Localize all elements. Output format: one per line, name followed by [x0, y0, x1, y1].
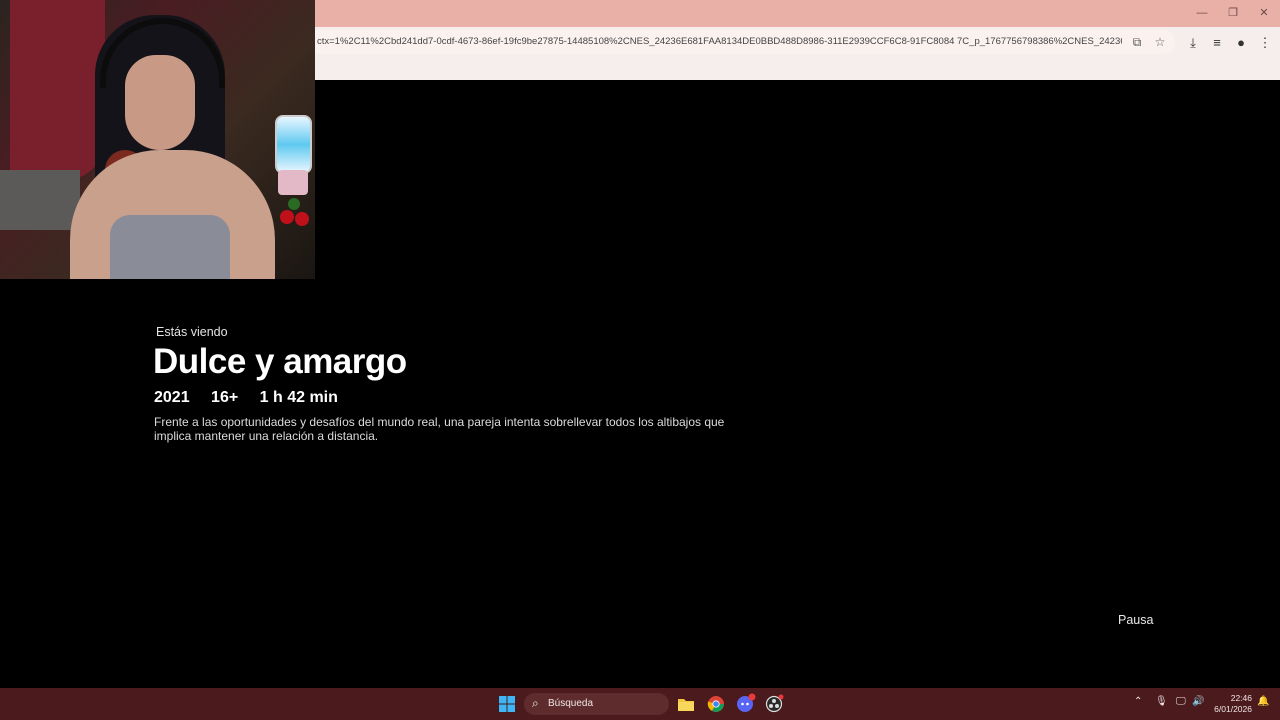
windows-taskbar: ⌕ Búsqueda ⌃ 🎙 🖵 🔊 22:46 6/01/2026 🔔	[0, 688, 1280, 720]
bookmark-star-icon[interactable]: ☆	[1150, 32, 1170, 52]
obs-icon[interactable]	[763, 693, 785, 715]
volume-icon[interactable]: 🔊	[1192, 696, 1204, 707]
network-icon[interactable]: 🖵	[1176, 696, 1186, 707]
chrome-icon[interactable]	[705, 693, 727, 715]
runtime: 1 h 42 min	[259, 389, 338, 406]
pause-status: Pausa	[1118, 613, 1154, 627]
cherry-decoration	[295, 212, 309, 226]
browser-title-bar: — ❐ ✕	[315, 0, 1280, 27]
microphone-stand	[278, 170, 308, 195]
extension-icon[interactable]: ●	[1230, 32, 1252, 54]
media-queue-icon[interactable]: ≡	[1206, 32, 1228, 54]
restore-button[interactable]: ❐	[1218, 2, 1248, 24]
discord-icon[interactable]	[734, 693, 756, 715]
cherry-decoration	[280, 210, 294, 224]
movie-title: Dulce y amargo	[153, 342, 407, 381]
search-placeholder: Búsqueda	[548, 698, 594, 709]
movie-synopsis: Frente a las oportunidades y desafíos de…	[154, 415, 725, 443]
microphone-icon	[275, 115, 312, 174]
maturity-rating: 16+	[211, 389, 239, 406]
movie-metadata: 2021 16+ 1 h 42 min	[154, 389, 355, 407]
webcam-overlay	[0, 0, 315, 279]
install-app-icon[interactable]: ⧉	[1127, 32, 1147, 52]
download-icon[interactable]: ⤓	[1182, 32, 1204, 54]
taskbar-search[interactable]: ⌕ Búsqueda	[524, 693, 669, 715]
browser-toolbar: ctx=1%2C11%2Cbd241dd7-0cdf-4673-86ef-19f…	[315, 27, 1280, 80]
notification-bell-icon[interactable]: 🔔	[1257, 696, 1269, 707]
webcam-shelf	[0, 170, 80, 230]
file-explorer-icon[interactable]	[675, 693, 697, 715]
close-button[interactable]: ✕	[1249, 2, 1279, 24]
cherry-leaf	[288, 198, 300, 210]
search-icon: ⌕	[532, 696, 539, 710]
microphone-tray-icon[interactable]: 🎙	[1155, 696, 1168, 707]
watching-label: Estás viendo	[156, 325, 228, 339]
clock-time: 22:46	[1230, 693, 1252, 703]
menu-icon[interactable]: ⋮	[1254, 32, 1276, 54]
webcam-person-top	[110, 215, 230, 279]
address-bar[interactable]: ctx=1%2C11%2Cbd241dd7-0cdf-4673-86ef-19f…	[315, 30, 1175, 54]
release-year: 2021	[154, 389, 190, 406]
clock-date: 6/01/2026	[1214, 704, 1252, 714]
url-text[interactable]: ctx=1%2C11%2Cbd241dd7-0cdf-4673-86ef-19f…	[317, 36, 1122, 47]
chevron-up-icon[interactable]: ⌃	[1134, 696, 1142, 707]
windows-start-icon[interactable]	[496, 693, 518, 715]
webcam-curtain	[10, 0, 105, 180]
system-clock[interactable]: 22:46 6/01/2026	[1210, 693, 1252, 715]
minimize-button[interactable]: —	[1187, 2, 1217, 24]
